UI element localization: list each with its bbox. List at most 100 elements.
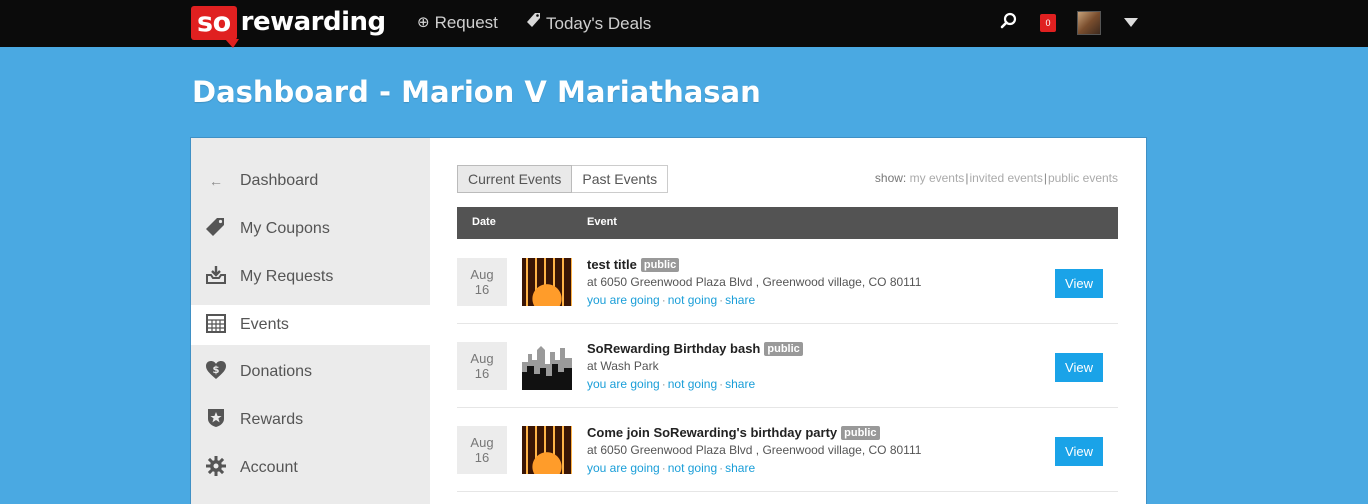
tag-icon [527,12,541,35]
share-link[interactable]: share [725,377,755,391]
filter-separator: | [965,171,969,185]
table-row: Aug 16 SoRewarding Birthday bash public a… [457,324,1118,408]
nav-deals-link[interactable]: Today's Deals [527,12,651,35]
show-filter: show: my events|invited events|public ev… [875,171,1118,185]
event-day: 16 [474,450,490,465]
sidebar-item-donations[interactable]: $ Donations [191,352,430,392]
public-badge: public [841,426,880,440]
event-location: at 6050 Greenwood Plaza Blvd , Greenwood… [587,275,922,289]
share-link[interactable]: share [725,461,755,475]
notification-badge[interactable]: 0 [1040,14,1056,32]
logo[interactable]: so rewarding [191,6,387,48]
public-badge: public [640,258,680,272]
sidebar: ← Dashboard My Coupons My Requests Event… [191,138,430,504]
filter-separator: | [1043,171,1047,185]
page-title: Dashboard - Marion V Mariathasan [192,75,761,109]
sidebar-item-my-coupons[interactable]: My Coupons [191,209,430,249]
sidebar-item-label: Dashboard [240,172,319,189]
nav-deals-label: Today's Deals [546,13,652,33]
event-title[interactable]: SoRewarding Birthday bash public [587,341,803,356]
star-badge-icon [205,408,227,433]
public-badge: public [764,342,803,356]
calendar-icon [205,313,227,338]
sidebar-item-dashboard[interactable]: ← Dashboard [191,161,430,201]
tab-current-events[interactable]: Current Events [457,165,573,193]
going-link[interactable]: you are going [587,293,660,307]
filter-my-events-link[interactable]: my events [910,171,965,185]
city-skyline-image[interactable] [522,342,572,390]
show-filter-label: show: [874,171,907,185]
event-title[interactable]: test title public [587,257,680,272]
table-row: Aug 16 Come join SoRewarding's birthday … [457,408,1118,492]
event-location: at 6050 Greenwood Plaza Blvd , Greenwood… [587,443,922,457]
table-row: Aug 16 test title public at 6050 Greenwoo… [457,240,1118,324]
view-button[interactable]: View [1055,353,1103,382]
column-header-event: Event [587,216,617,228]
events-table-header: Date Event [457,207,1118,239]
sidebar-item-label: My Coupons [240,220,330,237]
birthday-cake-image[interactable] [522,426,572,474]
event-month: Aug [470,267,494,282]
event-date: Aug 16 [457,258,507,306]
event-month: Aug [470,435,494,450]
event-date: Aug 16 [457,426,507,474]
sidebar-item-label: Donations [240,363,313,380]
share-link[interactable]: share [725,293,755,307]
not-going-link[interactable]: not going [668,377,717,391]
gear-icon [205,455,227,481]
logo-rewarding: rewarding [240,7,387,37]
sidebar-item-events[interactable]: Events [191,305,430,345]
sidebar-item-rewards[interactable]: Rewards [191,400,430,440]
sidebar-item-account[interactable]: Account [191,448,430,488]
tab-past-events[interactable]: Past Events [572,165,669,193]
going-link[interactable]: you are going [587,377,660,391]
sidebar-item-label: Account [240,459,298,476]
not-going-link[interactable]: not going [668,461,717,475]
going-link[interactable]: you are going [587,461,660,475]
logo-so: so [191,6,239,48]
separator-dot: · [661,461,666,475]
event-day: 16 [474,282,490,297]
sidebar-item-my-requests[interactable]: My Requests [191,257,430,297]
chevron-down-icon[interactable] [1124,18,1138,27]
column-header-date: Date [472,216,496,228]
sidebar-item-label: Events [240,316,289,333]
filter-invited-events-link[interactable]: invited events [969,171,1042,185]
top-navbar: so rewarding ⊕ Request Today's Deals 0 [0,0,1368,48]
separator-dot: · [661,377,666,391]
separator-dot: · [719,377,724,391]
back-arrow-icon: ← [209,173,223,189]
svg-text:$: $ [213,365,220,376]
event-month: Aug [470,351,494,366]
birthday-cake-image[interactable] [522,258,572,306]
event-rsvp-actions: you are going · not going · share [587,293,755,307]
separator-dot: · [719,293,724,307]
event-title[interactable]: Come join SoRewarding's birthday party pu… [587,425,880,440]
nav-request-label: Request [434,13,498,32]
view-button[interactable]: View [1055,269,1103,298]
event-location: at Wash Park [587,359,659,373]
heart-dollar-icon: $ [205,360,227,385]
view-button[interactable]: View [1055,437,1103,466]
event-date: Aug 16 [457,342,507,390]
dashboard-card: ← Dashboard My Coupons My Requests Event… [190,137,1147,504]
separator-dot: · [719,461,724,475]
event-rsvp-actions: you are going · not going · share [587,377,755,391]
sidebar-item-label: My Requests [240,268,334,285]
not-going-link[interactable]: not going [668,293,717,307]
plus-circle-icon: ⊕ [417,14,430,31]
event-title-text: SoRewarding Birthday bash [587,341,761,356]
filter-public-events-link[interactable]: public events [1048,171,1118,185]
event-tabs: Current Events Past Events [457,165,669,193]
inbox-download-icon [205,265,227,290]
search-icon[interactable] [1000,12,1018,36]
avatar[interactable] [1077,11,1101,35]
tag-icon [205,216,227,243]
event-title-text: test title [587,257,637,272]
separator-dot: · [661,293,666,307]
event-rsvp-actions: you are going · not going · share [587,461,755,475]
events-panel: Current Events Past Events show: my even… [430,138,1146,504]
nav-request-link[interactable]: ⊕ Request [417,12,498,34]
event-day: 16 [474,366,490,381]
sidebar-item-label: Rewards [240,411,304,428]
